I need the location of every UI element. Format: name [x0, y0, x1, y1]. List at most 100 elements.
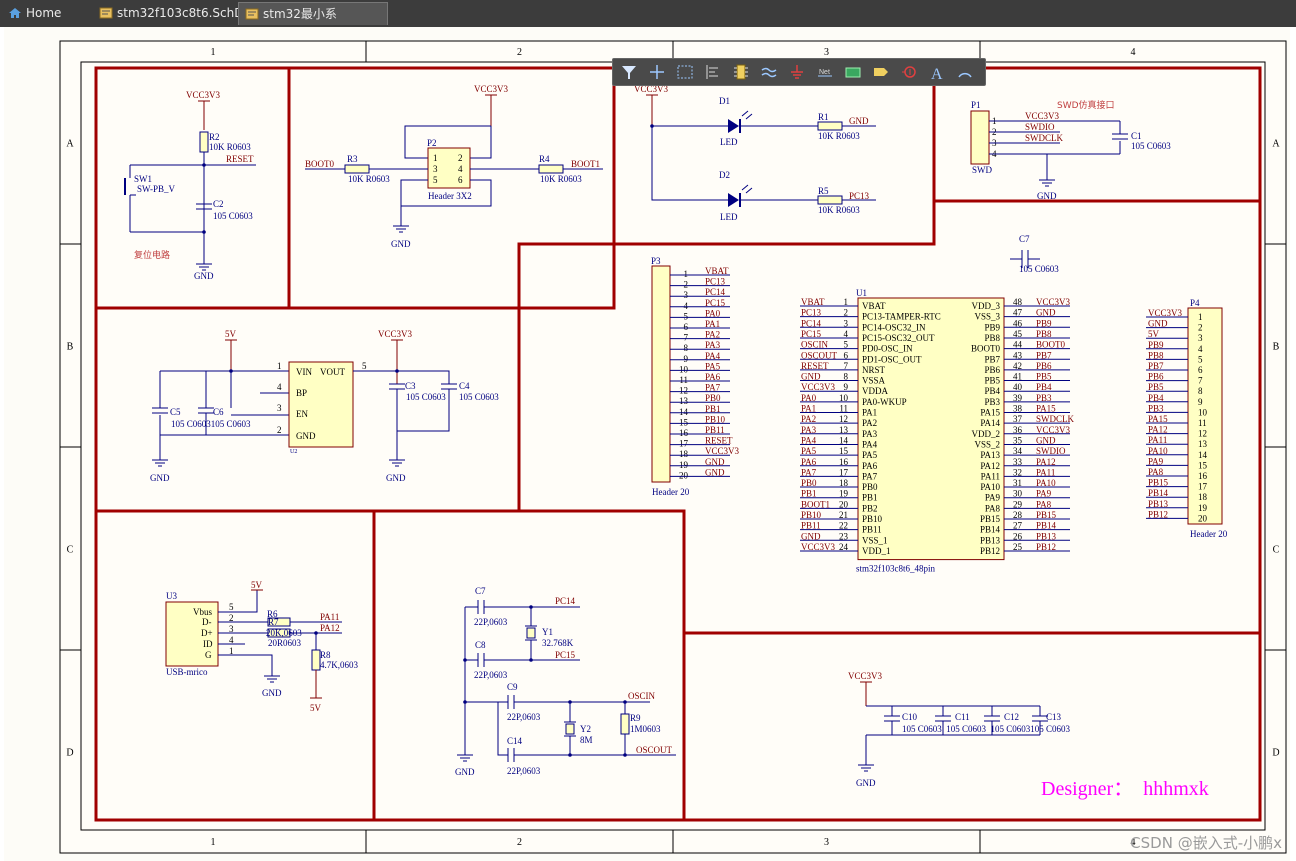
c7-value: 22P,0603 [474, 617, 508, 627]
pin-name: D- [202, 617, 212, 627]
arc-icon[interactable] [955, 62, 975, 82]
pin-name: EN [296, 409, 308, 419]
net-label: PA10 [1148, 446, 1168, 456]
pin-name: VBAT [862, 301, 886, 311]
harness-icon[interactable] [843, 62, 863, 82]
pin-number: 25 [1013, 542, 1023, 552]
resistor-r5 [817, 195, 843, 205]
net-label: VCC3V3 [1148, 308, 1183, 318]
pin-number: 1 [844, 297, 849, 307]
resistor-r4 [538, 164, 564, 174]
port-icon[interactable] [871, 62, 891, 82]
r3-designator: R3 [347, 154, 358, 164]
pin-number: 17 [679, 439, 689, 449]
c9-designator: C9 [507, 682, 518, 692]
c3-value: 105 C0603 [406, 392, 446, 402]
pin-name: GND [296, 431, 316, 441]
pin-number: 30 [1013, 489, 1023, 499]
schematic-canvas[interactable]: 11223344AABBCCDD VCC3V3 R2 10K R0603 RES… [0, 27, 1296, 861]
tab-stm32f103c8t6-schdoc[interactable]: stm32f103c8t6.SchDoc [93, 2, 257, 25]
pin-number: 9 [844, 382, 849, 392]
schematic-sheet: 11223344A AB BC CD D VCC3V3 R2 10K R0603 RES… [0, 27, 1296, 861]
pin-name: PA6 [862, 461, 878, 471]
pin-number: 5 [844, 340, 849, 350]
net-label: PB14 [1036, 521, 1057, 531]
bus-icon[interactable] [759, 62, 779, 82]
frame-row-label: C [1273, 545, 1280, 556]
pin-number: 18 [1198, 492, 1208, 502]
net-label: PA9 [1036, 489, 1052, 499]
pin-number: 26 [1013, 531, 1023, 541]
document-tab-bar: Home Page stm32f103c8t6.SchDoc stm32最小系统… [0, 0, 1296, 44]
pin-number: 12 [679, 386, 688, 396]
pin-name: VOUT [320, 367, 345, 377]
net-label: VCC3V3 [1025, 111, 1060, 121]
net-label: PB0 [705, 393, 721, 403]
pin-name: VDD_2 [972, 429, 1001, 439]
p3-value: Header 20 [652, 487, 690, 497]
frame-col-label: 3 [824, 47, 829, 58]
r9-designator: R9 [630, 713, 641, 723]
c1-designator: C1 [1131, 131, 1142, 141]
pin-number: 7 [1198, 376, 1203, 386]
c10-designator: C10 [902, 712, 918, 722]
net-label: PA5 [705, 361, 721, 371]
gnd-net-label: GND [849, 116, 869, 126]
filter-icon[interactable] [619, 62, 639, 82]
frame-row-label: D [1272, 748, 1279, 759]
net-label: PB13 [1148, 499, 1169, 509]
net-label: PA6 [801, 457, 817, 467]
c14-value: 22P,0603 [507, 766, 541, 776]
net-label: PC14 [705, 287, 726, 297]
net-label: GND [1036, 435, 1056, 445]
pin-name: VSS_3 [974, 312, 1000, 322]
oscin-net-label: OSCIN [628, 691, 656, 701]
net-label: PA1 [705, 319, 720, 329]
text-icon[interactable]: A [927, 62, 947, 83]
net-label-icon[interactable]: Net [815, 62, 835, 82]
crystal-y1 [526, 627, 536, 639]
c5-designator: C5 [170, 407, 181, 417]
r5-designator: R5 [818, 186, 829, 196]
net-label: PA0 [705, 308, 721, 318]
pin-name: PA8 [985, 503, 1001, 513]
pin-name: PB12 [980, 546, 1000, 556]
net-label: PB14 [1148, 488, 1169, 498]
pin-number: 11 [1198, 418, 1207, 428]
pin-name: PC15-OSC32_OUT [862, 333, 935, 343]
pin-name: G [205, 650, 212, 660]
u3-value: USB-mrico [166, 667, 208, 677]
pin-number: 36 [1013, 425, 1023, 435]
pin-number: 39 [1013, 393, 1023, 403]
frame-row-label: B [1273, 342, 1280, 353]
align-icon[interactable] [703, 62, 723, 82]
pin-name: VSS_1 [862, 535, 888, 545]
net-label: PA15 [1036, 404, 1056, 414]
pin-number: 3 [433, 164, 438, 174]
select-rect-icon[interactable] [675, 62, 695, 82]
pin-name: PB4 [984, 386, 1000, 396]
net-label: PA8 [1148, 467, 1164, 477]
ground-icon[interactable] [787, 62, 807, 82]
no-erc-icon[interactable] [899, 62, 919, 82]
sw1-designator: SW1 [134, 174, 152, 184]
header-p1 [970, 110, 990, 165]
tab-stm32-min-system-schdoc[interactable]: stm32最小系统.SchDoc [238, 2, 388, 44]
frame-col-label: 3 [824, 837, 829, 848]
pin-number: 6 [1198, 365, 1203, 375]
pin-number: 18 [839, 478, 849, 488]
gnd-label: GND [150, 473, 170, 483]
pin-number: 15 [1198, 460, 1208, 470]
frame-col-label: 4 [1131, 47, 1136, 58]
net-label: GND [705, 467, 725, 477]
frame-row-label: C [67, 545, 74, 556]
pin-number: 19 [839, 489, 849, 499]
tab-home-page[interactable]: Home Page [2, 2, 94, 43]
d1-value: LED [720, 137, 738, 147]
component-icon[interactable] [731, 62, 751, 82]
pin-number: 20 [679, 470, 689, 480]
tab-label: stm32f103c8t6.SchDoc [117, 6, 258, 20]
pin-number: 4 [458, 164, 463, 174]
pin-number: 21 [839, 510, 848, 520]
cross-icon[interactable] [647, 62, 667, 82]
